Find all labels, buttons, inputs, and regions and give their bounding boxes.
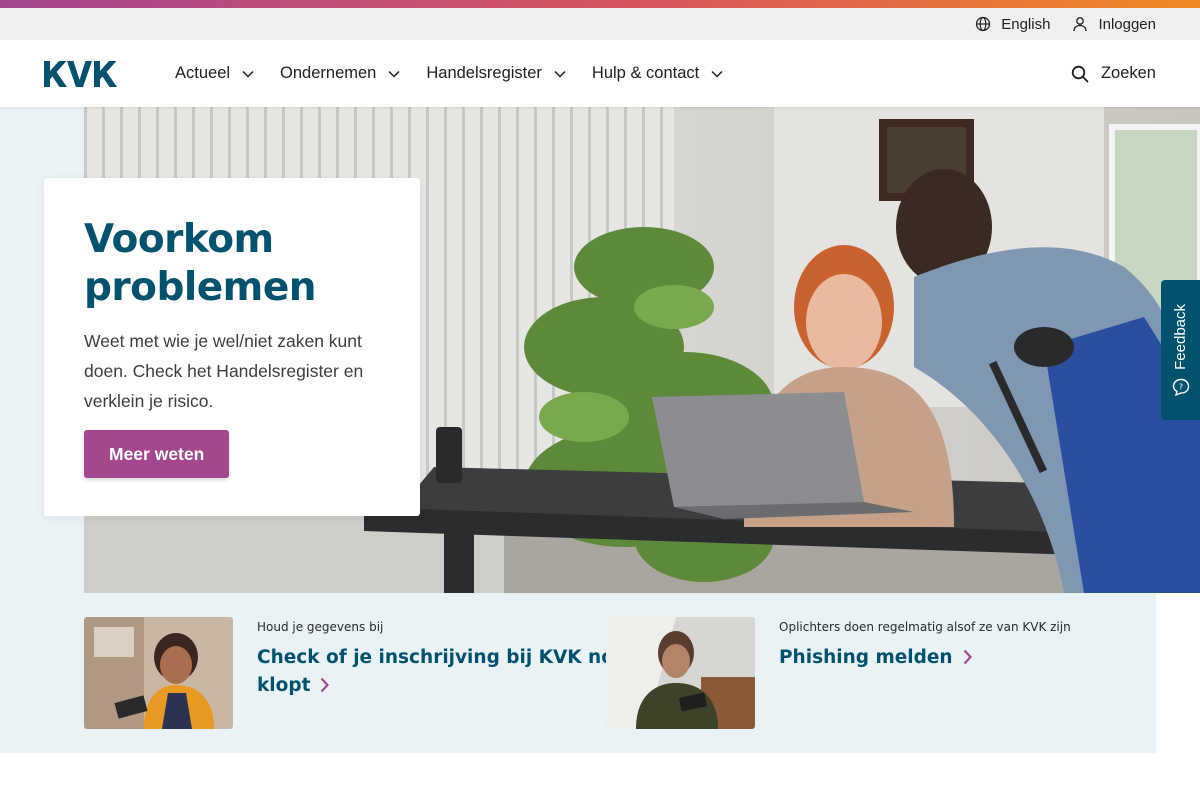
user-icon xyxy=(1073,17,1088,32)
language-switch[interactable]: English xyxy=(975,16,1050,33)
login-link[interactable]: Inloggen xyxy=(1072,16,1156,33)
utility-bar: English Inloggen xyxy=(0,8,1200,40)
hero-title-line-1: Voorkom xyxy=(84,217,274,262)
teaser-thumbnail xyxy=(606,617,755,729)
search-button[interactable]: Zoeken xyxy=(1071,64,1156,83)
teaser-body: Houd je gegevens bij Check of je inschri… xyxy=(257,617,627,729)
nav-item-ondernemen[interactable]: Ondernemen xyxy=(280,64,400,83)
nav-item-label: Handelsregister xyxy=(426,64,542,82)
hero-title: Voorkom problemen xyxy=(84,216,380,312)
teaser-link-line-2: klopt xyxy=(257,675,311,696)
teaser-thumbnail xyxy=(84,617,233,729)
hero-card: Voorkom problemen Weet met wie je wel/ni… xyxy=(44,178,420,516)
chevron-down-icon xyxy=(388,70,400,78)
login-label: Inloggen xyxy=(1098,15,1156,33)
feedback-label: Feedback xyxy=(1172,304,1189,370)
svg-text:?: ? xyxy=(1178,382,1182,391)
nav-item-label: Actueel xyxy=(175,64,231,82)
feedback-tab[interactable]: Feedback ? xyxy=(1161,280,1200,420)
meer-weten-button[interactable]: Meer weten xyxy=(84,430,230,478)
language-label: English xyxy=(1001,15,1051,33)
nav-item-handelsregister[interactable]: Handelsregister xyxy=(426,64,566,83)
chevron-right-icon xyxy=(963,649,972,665)
chevron-down-icon xyxy=(242,70,254,78)
teaser-link-line-1: Check of je inschrijving bij KVK nog xyxy=(257,647,628,668)
main-header: Actueel Ondernemen Handelsregister Hulp … xyxy=(0,40,1200,107)
hero-title-line-2: problemen xyxy=(84,265,317,310)
teaser-link-line-1: Phishing melden xyxy=(779,647,953,668)
teaser-body: Oplichters doen regelmatig alsof ze van … xyxy=(779,617,1071,729)
main-nav: Actueel Ondernemen Handelsregister Hulp … xyxy=(175,64,723,83)
teaser-phishing: Oplichters doen regelmatig alsof ze van … xyxy=(606,617,1071,729)
teaser-link-phishing[interactable]: Phishing melden xyxy=(779,644,1071,672)
teaser-inschrijving: Houd je gegevens bij Check of je inschri… xyxy=(84,617,627,729)
nav-item-label: Hulp & contact xyxy=(591,64,700,82)
nav-item-hulp-contact[interactable]: Hulp & contact xyxy=(592,64,723,83)
chevron-right-icon xyxy=(321,677,330,693)
chevron-down-icon xyxy=(554,70,566,78)
search-label: Zoeken xyxy=(1100,64,1156,82)
nav-item-actueel[interactable]: Actueel xyxy=(175,64,254,83)
chevron-down-icon xyxy=(711,70,723,78)
teaser-kicker: Oplichters doen regelmatig alsof ze van … xyxy=(779,620,1071,634)
search-icon xyxy=(1071,65,1089,82)
top-accent-bar xyxy=(0,0,1200,8)
kvk-logo[interactable] xyxy=(44,60,132,87)
globe-icon xyxy=(976,16,991,32)
teaser-link-inschrijving[interactable]: Check of je inschrijving bij KVK nog klo… xyxy=(257,644,627,700)
teaser-kicker: Houd je gegevens bij xyxy=(257,620,384,634)
feedback-icon: ? xyxy=(1172,378,1189,396)
nav-item-label: Ondernemen xyxy=(280,64,377,82)
hero-description: Weet met wie je wel/niet zaken kunt doen… xyxy=(84,331,364,411)
